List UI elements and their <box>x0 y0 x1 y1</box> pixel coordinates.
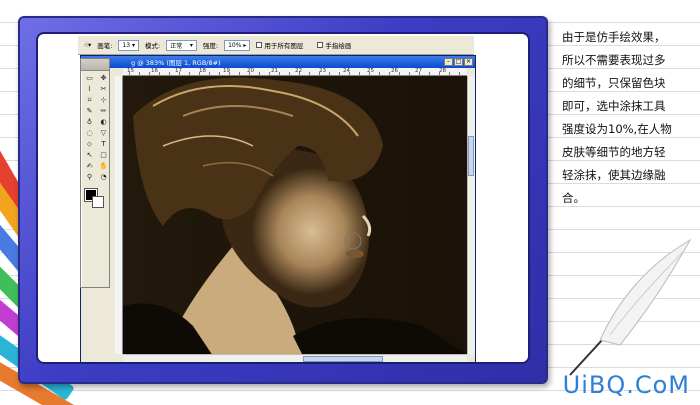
close-button[interactable]: × <box>464 58 473 66</box>
tool-button[interactable]: T <box>97 139 110 149</box>
ruler-mark: 19 <box>223 68 230 74</box>
ruler-mark: 20 <box>247 68 254 74</box>
ruler-mark: 27 <box>415 68 422 74</box>
ruler-horizontal: 15 16 17 18 19 20 21 22 23 24 25 26 27 28 <box>123 68 467 76</box>
background-color[interactable] <box>92 196 104 208</box>
tool-button[interactable]: ⊹ <box>97 95 110 105</box>
tool-button[interactable]: ▭ <box>83 73 96 83</box>
tool-button[interactable]: ↖ <box>83 150 96 160</box>
tutorial-description: 由于是仿手绘效果， 所以不需要表现过多 的细节，只保留色块 即可，选中涂抹工具 强度设为… <box>562 26 694 210</box>
document-window: g @ 383% (图层 1, RGB/8#) – □ × 15 16 17 18 19… <box>80 55 476 363</box>
mode-label: 模式: <box>145 42 161 50</box>
tool-button[interactable]: ✥ <box>97 73 110 83</box>
description-line: 的细节，只保留色块 <box>562 76 666 90</box>
tool-button[interactable]: ◔ <box>97 172 110 182</box>
horizontal-scrollbar[interactable] <box>123 354 467 362</box>
description-line: 强度设为10%,在人物 <box>562 122 672 136</box>
finger-paint-checkbox[interactable]: 手指绘画 <box>317 40 351 50</box>
tool-button[interactable]: ⌑ <box>83 95 96 105</box>
document-title-bar[interactable]: g @ 383% (图层 1, RGB/8#) – □ × <box>81 56 475 68</box>
maximize-button[interactable]: □ <box>454 58 463 66</box>
tool-button[interactable]: ✎ <box>83 106 96 116</box>
tool-button[interactable]: ✋ <box>97 161 110 171</box>
tool-button[interactable]: ⬦ <box>83 139 96 149</box>
vertical-scrollbar[interactable] <box>467 76 475 354</box>
toolbox-panel: ▭ ✥ ⌇ ✂ ⌑ ⊹ ✎ ✏ ♁ ◐ ◌ ▽ ⬦ T ↖ ▢ ✍ ✋ ⚲ ◔ <box>80 58 110 288</box>
color-swatches[interactable] <box>83 187 107 209</box>
tool-button[interactable]: ✂ <box>97 84 110 94</box>
ruler-mark: 16 <box>151 68 158 74</box>
strength-label: 强度: <box>202 42 219 50</box>
tool-button[interactable]: ✍ <box>83 161 96 171</box>
ruler-mark: 24 <box>343 68 350 74</box>
brush-size-picker[interactable]: 13 ▾ <box>118 39 139 51</box>
description-line: 所以不需要表现过多 <box>562 53 666 67</box>
tool-button[interactable]: ▽ <box>97 128 110 138</box>
description-line: 轻涂抹，使其边缘融 <box>562 168 666 182</box>
ruler-mark: 26 <box>391 68 398 74</box>
all-layers-checkbox[interactable]: 用于所有图层 <box>256 40 303 50</box>
ruler-mark: 22 <box>295 68 302 74</box>
ruler-mark: 21 <box>271 68 278 74</box>
minimize-button[interactable]: – <box>444 58 453 66</box>
feather-pen-icon <box>569 238 692 376</box>
ruler-mark: 23 <box>319 68 326 74</box>
ruler-vertical <box>115 76 123 354</box>
ruler-mark: 25 <box>367 68 374 74</box>
brush-label: 画笔: <box>97 42 113 50</box>
document-title: g @ 383% (图层 1, RGB/8#) <box>131 59 221 67</box>
description-line: 皮肤等细节的地方轻 <box>562 145 666 159</box>
description-line: 合。 <box>562 191 585 205</box>
description-line: 即可，选中涂抹工具 <box>562 99 666 113</box>
options-bar: ☝▾ 画笔: 13 ▾ 模式: 正常 ▾ 强度: 10% ▸ 用于所有图层 手指… <box>78 36 474 55</box>
site-watermark: UiBQ.CoM <box>562 371 690 399</box>
toolbox-header[interactable] <box>81 59 109 71</box>
tool-button[interactable]: ▢ <box>97 150 110 160</box>
smudge-tool-icon[interactable]: ☝▾ <box>84 41 91 49</box>
canvas-photo[interactable] <box>123 76 467 354</box>
tool-button[interactable]: ⌇ <box>83 84 96 94</box>
tool-button[interactable]: ◌ <box>83 128 96 138</box>
tool-button[interactable]: ♁ <box>83 117 96 127</box>
ruler-mark: 15 <box>127 68 134 74</box>
description-line: 由于是仿手绘效果， <box>562 30 666 44</box>
portrait-image <box>123 76 467 354</box>
ruler-mark: 28 <box>439 68 446 74</box>
strength-input[interactable]: 10% ▸ <box>224 39 251 51</box>
ruler-mark: 17 <box>175 68 182 74</box>
tool-button[interactable]: ✏ <box>97 106 110 116</box>
mode-select[interactable]: 正常 ▾ <box>166 39 197 51</box>
ruler-mark: 18 <box>199 68 206 74</box>
tool-button[interactable]: ⚲ <box>83 172 96 182</box>
tool-button[interactable]: ◐ <box>97 117 110 127</box>
